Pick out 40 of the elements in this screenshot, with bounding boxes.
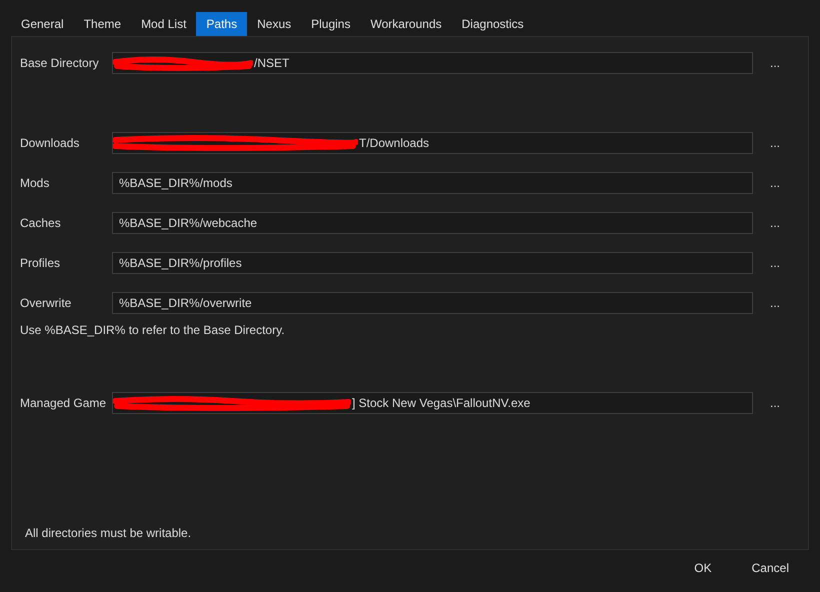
tab[interactable]: Diagnostics [452, 12, 534, 36]
path-value: %BASE_DIR%/mods [119, 176, 232, 190]
path-value: %BASE_DIR%/webcache [119, 216, 258, 230]
tab[interactable]: Mod List [131, 12, 196, 36]
browse-button[interactable]: ... [762, 292, 788, 314]
path-field[interactable]: %BASE_DIR%/overwrite [112, 292, 753, 314]
footer-note: All directories must be writable. [24, 525, 192, 541]
path-value: %BASE_DIR%/profiles [119, 256, 242, 270]
tab[interactable]: Theme [74, 12, 132, 36]
tab[interactable]: Paths [196, 12, 248, 36]
field-label: Downloads [20, 136, 80, 150]
browse-button[interactable]: ... [762, 172, 788, 194]
path-value: T/Downloads [359, 136, 430, 150]
tab[interactable]: Workarounds [360, 12, 452, 36]
browse-button[interactable]: ... [762, 52, 788, 74]
path-field[interactable]: T/Downloads [112, 132, 753, 154]
tab[interactable]: Plugins [301, 12, 360, 36]
browse-button[interactable]: ... [762, 212, 788, 234]
browse-button[interactable]: ... [762, 252, 788, 274]
tab[interactable]: Nexus [247, 12, 302, 36]
field-label: Overwrite [20, 296, 72, 310]
field-label: Mods [20, 176, 50, 190]
path-field[interactable]: %BASE_DIR%/profiles [112, 252, 753, 274]
field-label: Caches [20, 216, 62, 230]
path-value: %BASE_DIR%/overwrite [119, 296, 252, 310]
path-value: ] Stock New Vegas\FalloutNV.exe [352, 396, 530, 410]
hint-text: Use %BASE_DIR% to refer to the Base Directory. [20, 322, 286, 338]
field-label: Base Directory [20, 56, 100, 70]
ok-button[interactable]: OK [680, 558, 726, 578]
field-label: Managed Game [20, 396, 108, 410]
path-field[interactable]: ] Stock New Vegas\FalloutNV.exe [112, 392, 753, 414]
browse-button[interactable]: ... [762, 132, 788, 154]
cancel-button[interactable]: Cancel [738, 558, 803, 578]
field-label: Profiles [20, 256, 62, 270]
path-value: /NSET [254, 56, 290, 70]
path-field[interactable]: /NSET [112, 52, 753, 74]
path-field[interactable]: %BASE_DIR%/mods [112, 172, 753, 194]
path-field[interactable]: %BASE_DIR%/webcache [112, 212, 753, 234]
tab[interactable]: General [11, 12, 74, 36]
browse-button[interactable]: ... [762, 392, 788, 414]
